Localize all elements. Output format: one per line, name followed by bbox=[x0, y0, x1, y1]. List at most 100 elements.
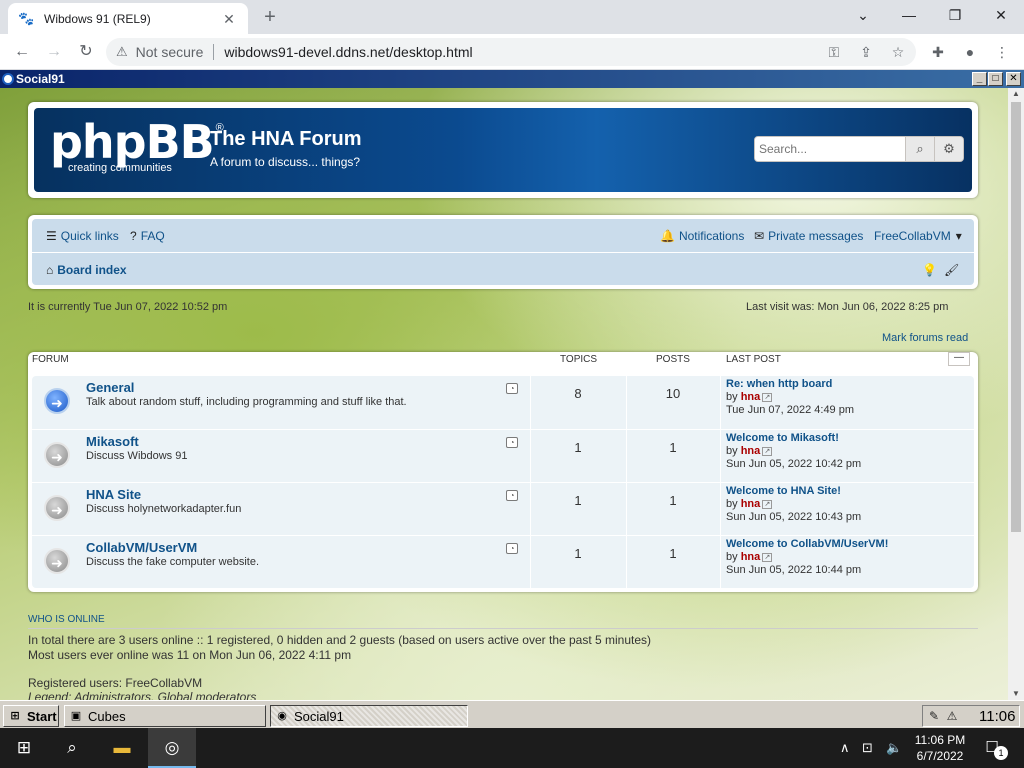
notifications-link[interactable]: 🔔 Notifications bbox=[660, 229, 744, 243]
brush-icon[interactable]: 🖌 bbox=[944, 263, 959, 277]
lightbulb-icon[interactable]: 💡 bbox=[922, 263, 937, 277]
last-post-title-link[interactable]: Re: when http board bbox=[726, 378, 854, 391]
chrome-icon[interactable]: ◎ bbox=[148, 728, 196, 768]
back-icon[interactable]: ← bbox=[10, 40, 34, 64]
private-messages-link[interactable]: ✉ Private messages bbox=[754, 229, 863, 243]
url-text[interactable]: wibdows91-devel.ddns.net/desktop.html bbox=[224, 44, 472, 60]
clock-date: 6/7/2022 bbox=[916, 749, 964, 763]
browser-tab[interactable]: 🐾 Wibdows 91 (REL9) ✕ bbox=[8, 3, 248, 34]
board-index-link[interactable]: ⌂ Board index bbox=[46, 263, 127, 277]
user-menu-dropdown[interactable]: FreeCollabVM ▾ bbox=[874, 229, 962, 243]
vertical-scrollbar[interactable]: ▲ ▼ bbox=[1008, 88, 1024, 700]
last-post-author-link[interactable]: hna bbox=[741, 445, 761, 457]
forum-title-link[interactable]: Mikasoft bbox=[86, 434, 139, 449]
network-icon[interactable]: ⊡ bbox=[862, 728, 873, 768]
last-post-info: Welcome to CollabVM/UserVM! by hna ↗ Sun … bbox=[726, 538, 888, 577]
profile-avatar-icon[interactable]: ● bbox=[958, 40, 982, 64]
forum-title-link[interactable]: CollabVM/UserVM bbox=[86, 540, 197, 555]
search-icon[interactable]: ⌕ bbox=[905, 137, 934, 161]
forum-row: ➜ Mikasoft Discuss Wibdows 91 ◔ 1 1 Welc… bbox=[32, 429, 974, 482]
last-post-author-link[interactable]: hna bbox=[741, 498, 761, 510]
close-tab-icon[interactable]: ✕ bbox=[220, 10, 238, 28]
w91-maximize-button[interactable]: □ bbox=[988, 72, 1003, 86]
w91-start-button[interactable]: ⊞ Start bbox=[3, 705, 59, 727]
w91-minimize-button[interactable]: _ bbox=[972, 72, 987, 86]
w91-task-social91[interactable]: ◉ Social91 bbox=[270, 705, 468, 727]
show-hidden-icons-caret-icon[interactable]: ∧ bbox=[840, 728, 850, 768]
last-post-info: Welcome to Mikasoft! by hna ↗ Sun Jun 05,… bbox=[726, 432, 861, 471]
warning-icon[interactable]: ⚠ bbox=[116, 44, 128, 60]
search-magnifier-icon[interactable]: ⌕ bbox=[48, 728, 96, 768]
site-tagline: A forum to discuss... things? bbox=[210, 155, 361, 169]
minimize-button[interactable]: — bbox=[886, 0, 932, 30]
cubes-app-icon: ▣ bbox=[70, 710, 82, 722]
collapse-category-button[interactable]: — bbox=[948, 352, 970, 366]
notifications-label: Notifications bbox=[678, 229, 745, 243]
last-post-info: Re: when http board by hna ↗ Tue Jun 07, … bbox=[726, 378, 854, 417]
posts-count: 1 bbox=[669, 440, 677, 455]
key-icon[interactable]: ⚿ bbox=[822, 40, 846, 64]
action-center-icon[interactable]: ☐ 1 bbox=[980, 736, 1008, 760]
start-logo-icon: ⊞ bbox=[10, 710, 20, 722]
close-window-button[interactable]: ✕ bbox=[978, 0, 1024, 30]
tab-search-icon[interactable]: ⌄ bbox=[840, 0, 886, 30]
menu-kebab-icon[interactable]: ⋮ bbox=[990, 40, 1014, 64]
forum-list: FORUM TOPICS POSTS LAST POST — ➜ General… bbox=[28, 352, 978, 592]
forum-rows: ➜ General Talk about random stuff, inclu… bbox=[32, 376, 974, 588]
forward-icon[interactable]: → bbox=[42, 40, 66, 64]
column-last-post: LAST POST bbox=[726, 354, 781, 365]
advanced-search-gear-icon[interactable]: ⚙ bbox=[934, 137, 963, 161]
scroll-down-arrow-icon[interactable]: ▼ bbox=[1008, 688, 1024, 700]
last-post-title-link[interactable]: Welcome to HNA Site! bbox=[726, 485, 861, 498]
faq-link[interactable]: ? FAQ bbox=[130, 229, 165, 243]
navbar-row-top: ☰ Quick links ? FAQ 🔔 Notifications ✉ Pr… bbox=[32, 219, 974, 253]
volume-icon[interactable]: 🔈 bbox=[886, 728, 902, 768]
mark-forums-read-link[interactable]: Mark forums read bbox=[882, 332, 968, 344]
scroll-up-arrow-icon[interactable]: ▲ bbox=[1008, 88, 1024, 100]
win10-clock[interactable]: 11:06 PM 6/7/2022 bbox=[908, 732, 972, 764]
inbox-icon: ✉ bbox=[754, 229, 765, 243]
last-post-title-link[interactable]: Welcome to Mikasoft! bbox=[726, 432, 861, 445]
rss-feed-icon[interactable]: ◔ bbox=[506, 543, 518, 554]
forum-description: Discuss the fake computer website. bbox=[86, 556, 260, 568]
pencil-tray-icon[interactable]: ✎ bbox=[927, 709, 941, 723]
rss-feed-icon[interactable]: ◔ bbox=[506, 437, 518, 448]
registered-users: Registered users: FreeCollabVM bbox=[28, 676, 203, 690]
warning-tray-icon[interactable]: ⚠ bbox=[945, 709, 959, 723]
address-bar[interactable]: ⚠ Not secure wibdows91-devel.ddns.net/de… bbox=[106, 38, 916, 66]
restore-button[interactable]: ❐ bbox=[932, 0, 978, 30]
view-latest-post-icon[interactable]: ↗ bbox=[762, 552, 773, 562]
file-explorer-icon[interactable]: ▬ bbox=[98, 728, 146, 768]
current-time-text: It is currently Tue Jun 07, 2022 10:52 p… bbox=[28, 301, 228, 313]
extensions-icon[interactable]: ✚ bbox=[926, 40, 950, 64]
topics-count: 8 bbox=[574, 386, 582, 401]
windows-start-icon[interactable]: ⊞ bbox=[0, 728, 48, 768]
reload-icon[interactable]: ↻ bbox=[74, 40, 98, 64]
last-post-author-link[interactable]: hna bbox=[741, 551, 761, 563]
logo-text: phpBB bbox=[50, 115, 215, 169]
bookmark-star-icon[interactable]: ☆ bbox=[886, 40, 910, 64]
last-post-time: Sun Jun 05, 2022 10:44 pm bbox=[726, 564, 862, 576]
search-input[interactable] bbox=[755, 137, 905, 161]
last-post-title-link[interactable]: Welcome to CollabVM/UserVM! bbox=[726, 538, 888, 551]
scrollbar-thumb[interactable] bbox=[1011, 102, 1021, 532]
private-messages-label: Private messages bbox=[768, 229, 864, 243]
quick-links-link[interactable]: ☰ Quick links bbox=[46, 229, 119, 243]
rss-feed-icon[interactable]: ◔ bbox=[506, 383, 518, 394]
security-label[interactable]: Not secure bbox=[136, 44, 204, 60]
phpbb-logo[interactable]: phpBB creating communities ® bbox=[50, 115, 224, 174]
view-latest-post-icon[interactable]: ↗ bbox=[762, 499, 773, 509]
social91-titlebar[interactable]: Social91 _ □ ✕ bbox=[0, 70, 1024, 88]
new-tab-button[interactable]: + bbox=[258, 6, 282, 30]
view-latest-post-icon[interactable]: ↗ bbox=[762, 392, 773, 402]
forum-title-link[interactable]: General bbox=[86, 380, 134, 395]
share-icon[interactable]: ⇪ bbox=[854, 40, 878, 64]
w91-close-button[interactable]: ✕ bbox=[1006, 72, 1021, 86]
view-latest-post-icon[interactable]: ↗ bbox=[762, 446, 773, 456]
last-visit-text: Last visit was: Mon Jun 06, 2022 8:25 pm bbox=[746, 301, 949, 313]
forum-title-link[interactable]: HNA Site bbox=[86, 487, 141, 502]
w91-task-cubes[interactable]: ▣ Cubes bbox=[64, 705, 266, 727]
rss-feed-icon[interactable]: ◔ bbox=[506, 490, 518, 501]
who-is-online-heading[interactable]: WHO IS ONLINE bbox=[28, 614, 978, 629]
last-post-author-link[interactable]: hna bbox=[741, 391, 761, 403]
